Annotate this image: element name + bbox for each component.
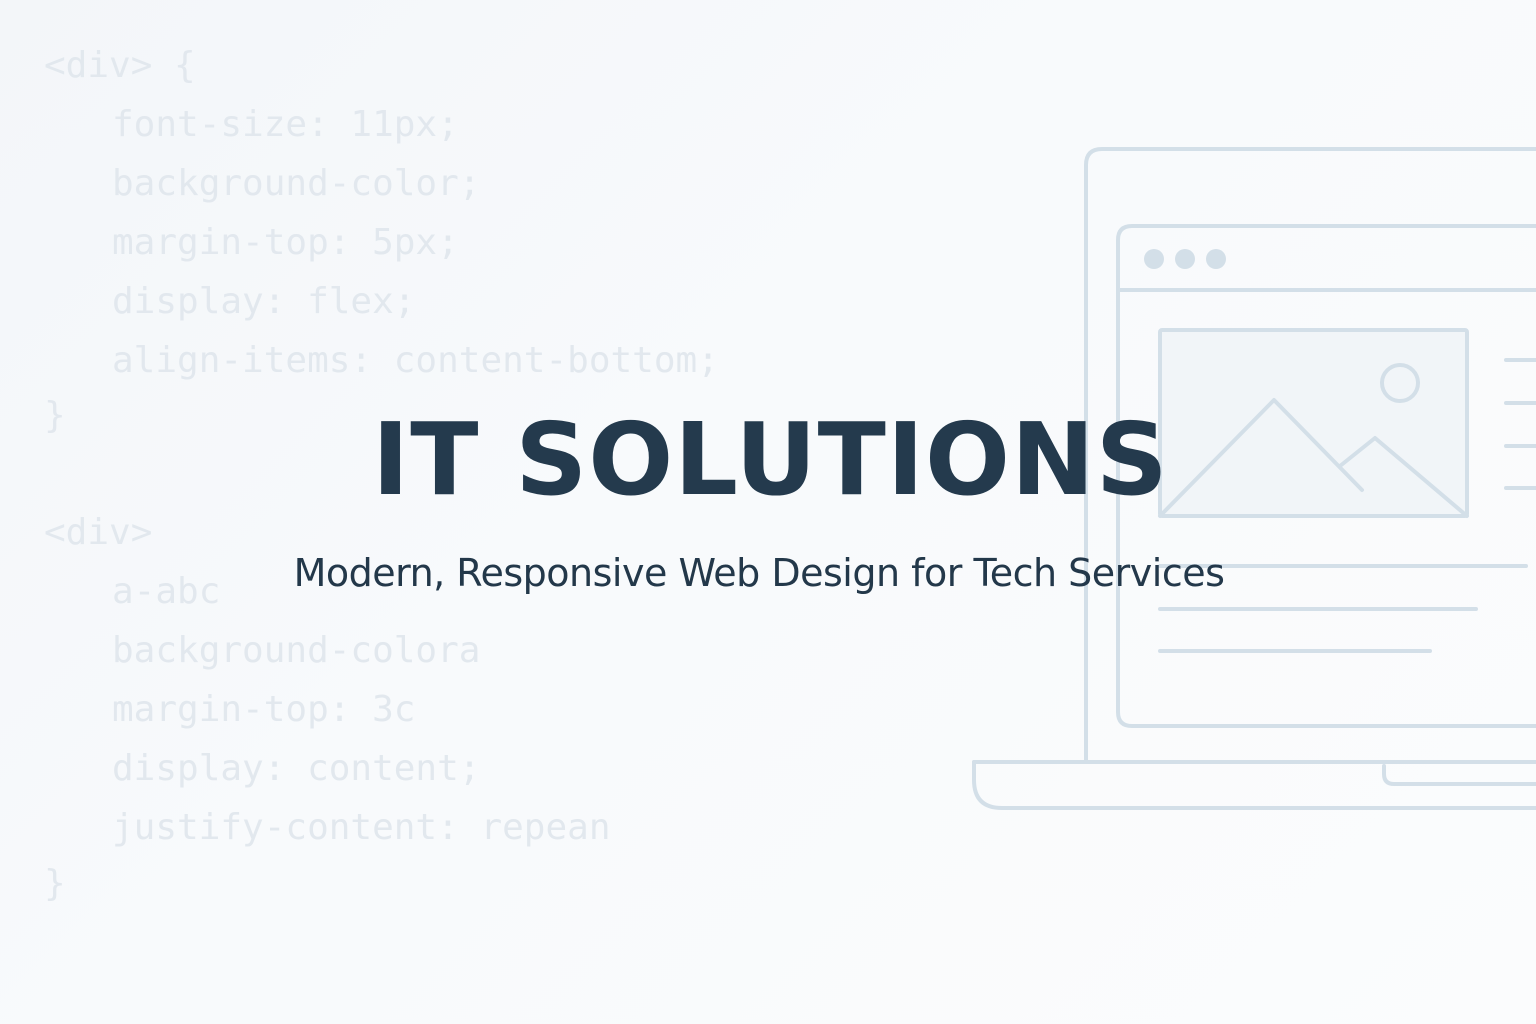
hero-section: IT SOLUTIONS Modern, Responsive Web Desi… — [0, 0, 1536, 1024]
hero-subtitle: Modern, Responsive Web Design for Tech S… — [293, 551, 1225, 595]
hero-title: IT SOLUTIONS — [372, 401, 1169, 518]
